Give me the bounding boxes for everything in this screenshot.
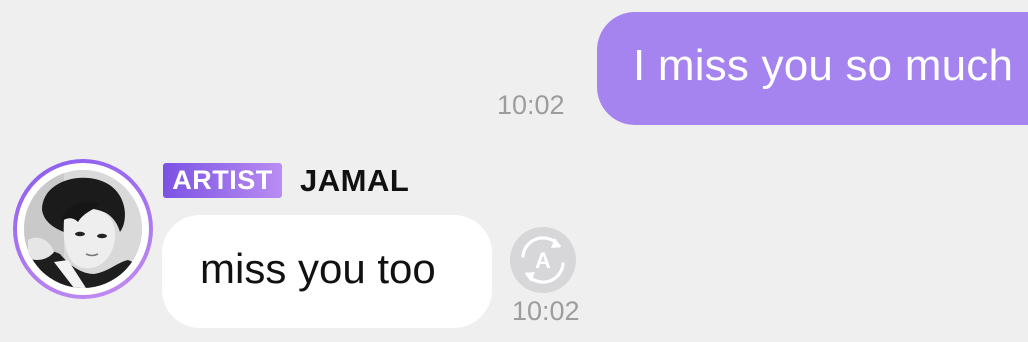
- incoming-message-bubble[interactable]: miss you too: [162, 215, 492, 328]
- translate-icon-letter: A: [535, 248, 551, 273]
- outgoing-message-bubble[interactable]: I miss you so much: [597, 12, 1028, 125]
- avatar-photo: [24, 170, 142, 288]
- sender-name[interactable]: JAMAL: [300, 163, 409, 198]
- avatar[interactable]: [13, 159, 153, 299]
- translate-icon: A: [510, 227, 576, 293]
- incoming-message-time: 10:02: [512, 296, 580, 326]
- translate-button[interactable]: A: [509, 226, 577, 294]
- incoming-message-text: miss you too: [200, 244, 436, 292]
- artist-badge: ARTIST: [163, 163, 282, 198]
- avatar-photo-graphic: [24, 170, 142, 288]
- chat-thread: I miss you so much 10:02 ARTIST JAMAL mi…: [0, 0, 1028, 342]
- outgoing-message-text: I miss you so much: [633, 40, 1014, 90]
- avatar-border: [17, 163, 149, 295]
- outgoing-message-time: 10:02: [497, 90, 565, 120]
